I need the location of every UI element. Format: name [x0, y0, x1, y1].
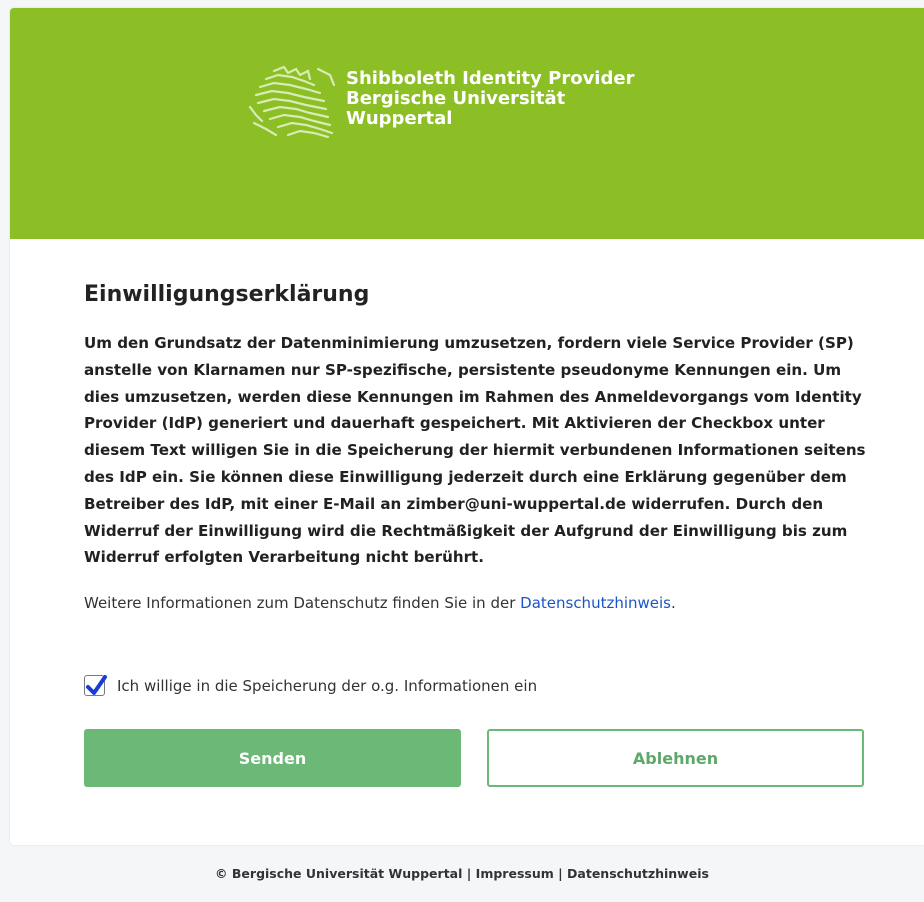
- checkmark-icon: [86, 675, 107, 695]
- login-card: Shibboleth Identity Provider Bergische U…: [10, 8, 924, 845]
- footer-separator-1: |: [462, 866, 476, 881]
- consent-text: Um den Grundsatz der Datenminimierung um…: [84, 334, 866, 567]
- consent-content: Einwilligungserklärung Um den Grundsatz …: [84, 278, 868, 613]
- university-lion-logo-icon: [248, 65, 336, 139]
- send-button[interactable]: Senden: [84, 729, 461, 787]
- privacy-info-suffix: .: [671, 594, 676, 613]
- page-title: Einwilligungserklärung: [84, 282, 370, 307]
- footer-privacy-link[interactable]: Datenschutzhinweis: [567, 866, 709, 881]
- header-banner: Shibboleth Identity Provider Bergische U…: [10, 8, 924, 239]
- consent-checkbox[interactable]: [84, 675, 107, 696]
- idp-title-line-1: Shibboleth Identity Provider: [346, 68, 635, 89]
- impressum-link[interactable]: Impressum: [476, 866, 554, 881]
- idp-title-line-2: Bergische Universität: [346, 88, 566, 109]
- privacy-notice-link[interactable]: Datenschutzhinweis: [520, 594, 671, 612]
- consent-checkbox-row[interactable]: Ich willige in die Speicherung der o.g. …: [84, 675, 537, 696]
- footer: © Bergische Universität Wuppertal | Impr…: [0, 866, 924, 881]
- logo-block: Shibboleth Identity Provider Bergische U…: [244, 63, 634, 143]
- footer-separator-2: |: [553, 866, 568, 881]
- idp-title: Shibboleth Identity Provider Bergische U…: [346, 69, 634, 129]
- footer-copyright: © Bergische Universität Wuppertal: [215, 866, 463, 881]
- privacy-info-text: Weitere Informationen zum Datenschutz fi…: [84, 594, 521, 613]
- consent-checkbox-label[interactable]: Ich willige in die Speicherung der o.g. …: [117, 677, 537, 695]
- idp-title-line-3: Wuppertal: [346, 108, 453, 129]
- privacy-info: Weitere Informationen zum Datenschutz fi…: [84, 593, 868, 613]
- decline-button[interactable]: Ablehnen: [487, 729, 864, 787]
